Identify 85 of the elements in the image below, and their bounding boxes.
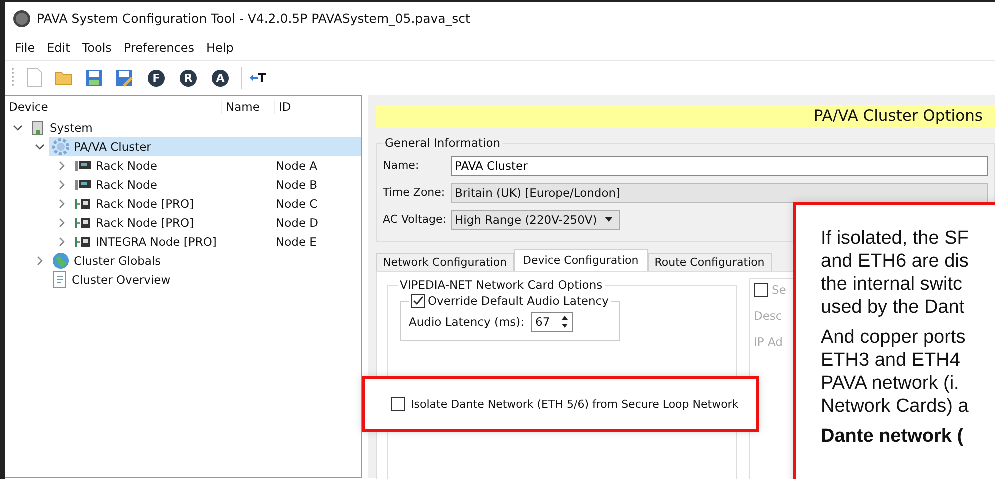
checkbox[interactable]	[391, 397, 405, 411]
dropdown-caret-icon	[605, 217, 614, 222]
spin-arrows-icon	[560, 314, 570, 330]
checkbox[interactable]	[411, 294, 425, 308]
tab[interactable]: Device Configuration	[514, 249, 648, 271]
save-as-icon[interactable]	[115, 69, 133, 87]
grip-icon	[11, 67, 15, 89]
menu-item[interactable]: Preferences	[118, 38, 200, 56]
callout-text: If isolated, the SF	[821, 227, 969, 250]
tree-item[interactable]: Rack Node	[71, 158, 160, 174]
callout-text: And copper ports	[821, 326, 966, 349]
tree-item[interactable]: Rack Node	[71, 176, 160, 192]
expand-chevron-icon[interactable]	[57, 198, 67, 208]
expand-chevron-icon[interactable]	[57, 236, 67, 246]
time-zone-field[interactable]: Britain (UK) [Europe/London]	[451, 182, 988, 202]
menu-item[interactable]: File	[9, 38, 42, 56]
column-header[interactable]: Name	[221, 100, 274, 114]
field-label: Desc	[754, 309, 782, 323]
voltage-dropdown[interactable]: High Range (220V-250V)	[451, 210, 620, 230]
device-icon	[74, 216, 92, 230]
node-name-cell: Node C	[276, 196, 318, 210]
panel-title-bar: PA/VA Cluster Options	[376, 105, 995, 128]
column-header[interactable]: ID	[274, 100, 292, 114]
device-icon	[74, 234, 92, 248]
menu-item[interactable]: Tools	[76, 38, 118, 56]
group-title: General Information	[384, 136, 502, 150]
device-icon	[74, 178, 92, 192]
toolbar-button[interactable]: F	[148, 70, 165, 86]
field-label: AC Voltage:	[383, 213, 447, 226]
callout-text: used by the Dant	[821, 296, 965, 319]
node-name-cell: Node E	[276, 234, 317, 248]
checkbox-label: Se	[772, 283, 786, 297]
field-label: IP Ad	[754, 335, 783, 349]
menu-item[interactable]: Edit	[41, 38, 76, 56]
checkbox[interactable]	[754, 283, 768, 297]
expand-chevron-icon[interactable]	[57, 218, 67, 228]
toolbar-button[interactable]: A	[212, 70, 229, 86]
tab[interactable]: Network Configuration	[376, 253, 514, 271]
latency-spinner[interactable]: 67	[530, 312, 574, 332]
expand-chevron-icon[interactable]	[57, 160, 67, 170]
checkbox-label: Override Default Audio Latency	[428, 294, 609, 308]
group-title: VIPEDIA-NET Network Card Options	[399, 278, 604, 292]
tree-item[interactable]: PA/VA Cluster	[49, 137, 361, 156]
device-icon	[74, 158, 92, 172]
node-name-cell: Node B	[276, 178, 318, 192]
tree-item[interactable]: Cluster Overview	[49, 270, 174, 290]
field-label: Name:	[383, 159, 420, 172]
check-icon	[412, 296, 424, 306]
tree-item[interactable]: Rack Node [PRO]	[71, 214, 198, 230]
field-label: Audio Latency (ms):	[409, 315, 524, 329]
node-name-cell: Node A	[276, 158, 318, 172]
checkbox-label: Isolate Dante Network (ETH 5/6) from Secure Loop Network	[411, 398, 739, 410]
column-header[interactable]: Device	[5, 100, 221, 114]
callout-text: ETH3 and ETH4	[821, 349, 960, 372]
callout-text: PAVA network (i.	[821, 372, 960, 395]
arrow-icon	[250, 75, 258, 81]
tab[interactable]: Route Configuration	[648, 253, 772, 271]
callout-text: the internal switc	[821, 273, 963, 296]
document-icon	[52, 270, 68, 288]
building-icon	[30, 120, 46, 136]
tree-item[interactable]: Rack Node [PRO]	[71, 196, 198, 212]
folder-icon[interactable]	[55, 70, 73, 86]
tree-item[interactable]: System	[27, 118, 96, 136]
collapse-chevron-icon[interactable]	[35, 142, 45, 152]
node-name-cell: Node D	[276, 216, 319, 230]
device-icon	[74, 196, 92, 210]
toolbar-button[interactable]: R	[180, 70, 197, 86]
field-label: Time Zone:	[383, 186, 446, 199]
save-icon[interactable]	[85, 69, 103, 87]
menu-item[interactable]: Help	[200, 38, 240, 56]
expand-chevron-icon[interactable]	[35, 256, 45, 266]
globe-icon	[52, 252, 70, 270]
expand-chevron-icon[interactable]	[57, 180, 67, 190]
tree-item[interactable]: INTEGRA Node [PRO]	[71, 234, 220, 250]
callout-text: and ETH6 are dis	[821, 250, 969, 273]
new-file-icon[interactable]	[27, 68, 43, 88]
callout-text: Network Cards) a	[821, 395, 969, 418]
app-logo-icon	[13, 10, 31, 28]
gear-icon	[52, 138, 70, 156]
callout-text: Dante network (	[821, 425, 964, 448]
tree-item[interactable]: Cluster Globals	[49, 250, 164, 270]
name-field[interactable]: PAVA Cluster	[451, 156, 988, 176]
toolbar-button[interactable]: T	[250, 71, 266, 85]
collapse-chevron-icon[interactable]	[13, 122, 23, 132]
window-title: PAVA System Configuration Tool - V4.2.0.5P PAVASystem_05.pava_sct	[37, 11, 470, 26]
